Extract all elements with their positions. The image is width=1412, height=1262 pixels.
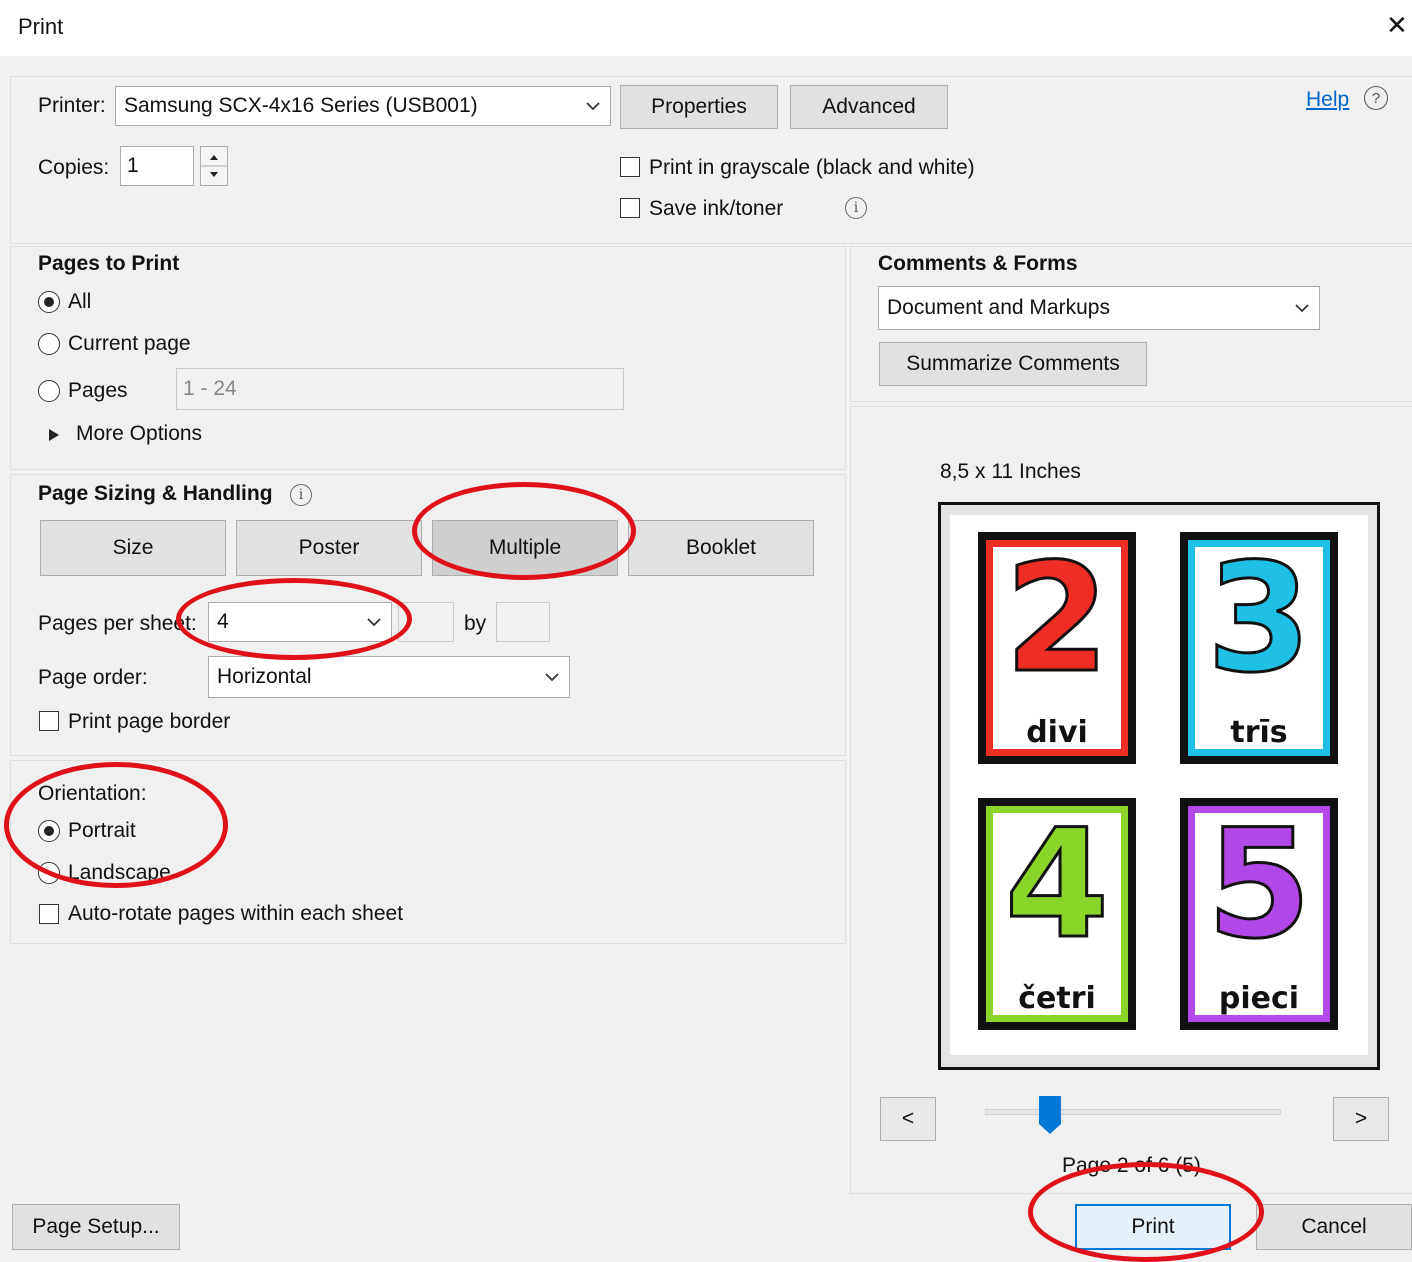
card-word: pieci xyxy=(1218,981,1300,1016)
summarize-comments-button[interactable]: Summarize Comments xyxy=(879,342,1147,386)
pages-per-sheet-label: Pages per sheet: xyxy=(38,612,197,635)
portrait-radio[interactable] xyxy=(38,820,60,842)
comments-forms-heading: Comments & Forms xyxy=(878,252,1078,275)
next-page-button[interactable]: > xyxy=(1333,1097,1389,1141)
paper-size-label: 8,5 x 11 Inches xyxy=(940,460,1081,483)
poster-button[interactable]: Poster xyxy=(236,520,422,576)
current-page-label: Current page xyxy=(68,332,191,355)
copies-stepper[interactable] xyxy=(200,146,228,186)
comments-forms-select[interactable]: Document and Markups xyxy=(878,286,1320,330)
close-icon[interactable]: ✕ xyxy=(1386,10,1408,41)
card-number: 4 xyxy=(1003,798,1110,972)
preview-card: 3 trīs xyxy=(1176,528,1342,768)
card-number: 3 xyxy=(1205,532,1312,706)
comments-forms-value: Document and Markups xyxy=(887,296,1110,319)
chevron-down-icon xyxy=(535,657,569,697)
print-button[interactable]: Print xyxy=(1075,1204,1231,1250)
window-title: Print xyxy=(18,14,64,39)
printer-select[interactable]: Samsung SCX-4x16 Series (USB001) xyxy=(115,86,611,126)
pages-range-input[interactable]: 1 - 24 xyxy=(176,368,624,410)
pages-radio[interactable] xyxy=(38,380,60,402)
multiple-button[interactable]: Multiple xyxy=(432,520,618,576)
info-icon[interactable]: i xyxy=(845,197,867,219)
info-icon[interactable]: i xyxy=(290,484,312,506)
copies-value: 1 xyxy=(127,154,139,177)
save-ink-label: Save ink/toner xyxy=(649,197,784,220)
by-label: by xyxy=(464,612,487,635)
page-order-select[interactable]: Horizontal xyxy=(208,656,570,698)
card-word: četri xyxy=(1018,981,1096,1016)
columns-input[interactable] xyxy=(398,602,454,642)
page-setup-button[interactable]: Page Setup... xyxy=(12,1204,180,1250)
properties-button[interactable]: Properties xyxy=(620,85,778,129)
printer-label: Printer: xyxy=(38,94,106,117)
orientation-heading: Orientation: xyxy=(38,782,147,805)
landscape-radio[interactable] xyxy=(38,862,60,884)
print-border-checkbox[interactable] xyxy=(39,711,59,731)
card-number: 2 xyxy=(1003,532,1110,706)
chevron-down-icon xyxy=(1285,287,1319,329)
all-radio[interactable] xyxy=(38,291,60,313)
chevron-down-icon xyxy=(576,87,610,125)
copies-input[interactable]: 1 xyxy=(120,146,194,186)
advanced-button[interactable]: Advanced xyxy=(790,85,948,129)
previous-page-button[interactable]: < xyxy=(880,1097,936,1141)
pages-label: Pages xyxy=(68,379,128,402)
page-slider-track[interactable] xyxy=(985,1109,1281,1115)
chevron-down-icon xyxy=(357,603,391,641)
triangle-right-icon[interactable] xyxy=(48,428,60,442)
page-status: Page 2 of 6 (5) xyxy=(1062,1154,1201,1177)
page-slider-thumb[interactable] xyxy=(1039,1096,1062,1134)
rows-input[interactable] xyxy=(496,602,550,642)
auto-rotate-label: Auto-rotate pages within each sheet xyxy=(68,902,404,925)
print-border-label: Print page border xyxy=(68,710,231,733)
portrait-label: Portrait xyxy=(68,819,136,842)
pages-per-sheet-select[interactable]: 4 xyxy=(208,602,392,642)
printer-value: Samsung SCX-4x16 Series (USB001) xyxy=(124,94,478,117)
copies-label: Copies: xyxy=(38,156,110,179)
cancel-button[interactable]: Cancel xyxy=(1256,1204,1412,1250)
card-number: 5 xyxy=(1205,798,1312,972)
booklet-button[interactable]: Booklet xyxy=(628,520,814,576)
preview-card: 2 divi xyxy=(974,528,1140,768)
card-word: divi xyxy=(1026,715,1088,750)
preview-card: 5 pieci xyxy=(1176,794,1342,1034)
page-order-label: Page order: xyxy=(38,666,148,689)
save-ink-checkbox[interactable] xyxy=(620,198,640,218)
pages-to-print-heading: Pages to Print xyxy=(38,252,180,275)
current-page-radio[interactable] xyxy=(38,333,60,355)
question-circle-icon[interactable]: ? xyxy=(1364,86,1388,110)
title-bar: Print ✕ xyxy=(0,0,1412,56)
page-sizing-heading: Page Sizing & Handling xyxy=(38,482,273,505)
size-button[interactable]: Size xyxy=(40,520,226,576)
more-options-toggle[interactable]: More Options xyxy=(76,422,202,446)
pages-per-sheet-value: 4 xyxy=(217,610,229,633)
preview-card: 4 četri xyxy=(974,794,1140,1034)
landscape-label: Landscape xyxy=(68,861,171,884)
pages-range-value: 1 - 24 xyxy=(183,377,237,400)
auto-rotate-checkbox[interactable] xyxy=(39,904,59,924)
all-label: All xyxy=(68,290,92,313)
help-link[interactable]: Help xyxy=(1306,88,1349,112)
grayscale-label: Print in grayscale (black and white) xyxy=(649,156,975,179)
card-word: trīs xyxy=(1230,715,1288,750)
page-order-value: Horizontal xyxy=(217,665,312,688)
grayscale-checkbox[interactable] xyxy=(620,157,640,177)
